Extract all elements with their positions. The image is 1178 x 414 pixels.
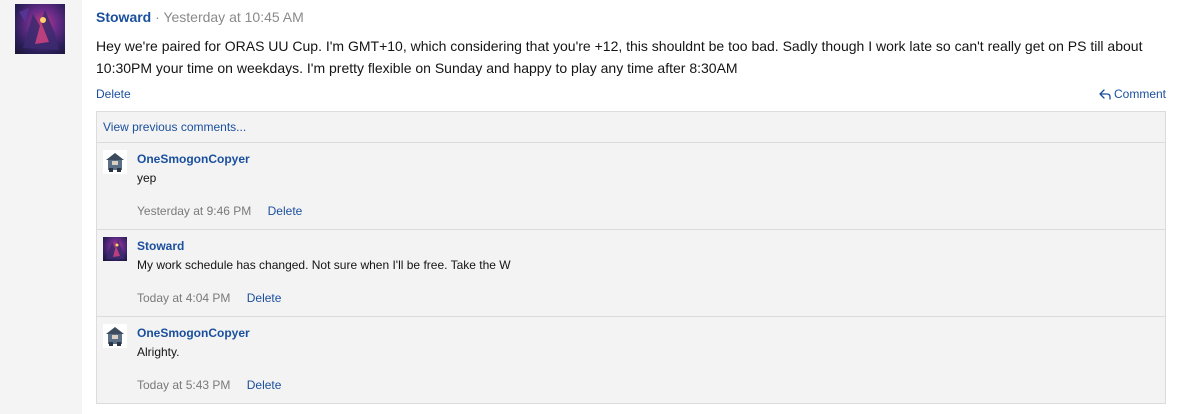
- profile-post-page: Stoward · Yesterday at 10:45 AM Hey we'r…: [0, 0, 1178, 414]
- comment-item: OneSmogonCopyer Alrighty. Today at 5:43 …: [97, 317, 1165, 404]
- profile-post-card: Stoward · Yesterday at 10:45 AM Hey we'r…: [82, 0, 1178, 414]
- post-author-link[interactable]: Stoward: [96, 9, 151, 25]
- comment-meta: Today at 5:43 PM Delete: [137, 377, 281, 393]
- comment-label: Comment: [1113, 87, 1166, 101]
- comment-text: My work schedule has changed. Not sure w…: [137, 258, 511, 272]
- stoward-avatar-art: [19, 8, 59, 50]
- reply-icon: [1099, 89, 1111, 100]
- comment-item: Stoward My work schedule has changed. No…: [97, 230, 1165, 317]
- comments-list: View previous comments... OneSmogonCopye…: [96, 111, 1166, 404]
- comment-author-link[interactable]: OneSmogonCopyer: [137, 151, 250, 167]
- comment-author-avatar[interactable]: [103, 324, 127, 348]
- post-header: Stoward · Yesterday at 10:45 AM: [96, 8, 304, 26]
- comment-meta: Today at 4:04 PM Delete: [137, 290, 281, 306]
- comment-author-avatar[interactable]: [103, 237, 127, 261]
- comment-author-link[interactable]: OneSmogonCopyer: [137, 325, 250, 341]
- comment-delete-link[interactable]: Delete: [247, 378, 282, 392]
- view-previous-comments-row: View previous comments...: [97, 112, 1165, 143]
- post-delete-link[interactable]: Delete: [96, 86, 131, 102]
- trainer-avatar-art: [106, 327, 124, 346]
- comment-timestamp[interactable]: Today at 5:43 PM: [137, 378, 230, 392]
- comment-author-link[interactable]: Stoward: [137, 238, 184, 254]
- post-timestamp[interactable]: Yesterday at 10:45 AM: [163, 9, 303, 25]
- comment-item: OneSmogonCopyer yep Yesterday at 9:46 PM…: [97, 143, 1165, 230]
- comment-delete-link[interactable]: Delete: [247, 291, 282, 305]
- avatar-column: [0, 0, 82, 414]
- post-actions: Delete Comment: [96, 86, 1166, 102]
- comment-delete-link[interactable]: Delete: [268, 204, 303, 218]
- stoward-avatar-art: [106, 240, 125, 259]
- trainer-avatar-art: [106, 153, 124, 172]
- post-author-avatar[interactable]: [15, 4, 65, 54]
- comment-author-avatar[interactable]: [103, 150, 127, 174]
- post-comment-link[interactable]: Comment: [1098, 86, 1166, 102]
- comment-timestamp[interactable]: Today at 4:04 PM: [137, 291, 230, 305]
- comment-text: yep: [137, 171, 157, 185]
- header-separator: ·: [155, 9, 160, 25]
- comment-meta: Yesterday at 9:46 PM Delete: [137, 203, 302, 219]
- view-previous-comments-link[interactable]: View previous comments...: [103, 120, 246, 134]
- post-body: Hey we're paired for ORAS UU Cup. I'm GM…: [96, 38, 1143, 76]
- comment-text: Alrighty.: [137, 345, 180, 359]
- comment-timestamp[interactable]: Yesterday at 9:46 PM: [137, 204, 251, 218]
